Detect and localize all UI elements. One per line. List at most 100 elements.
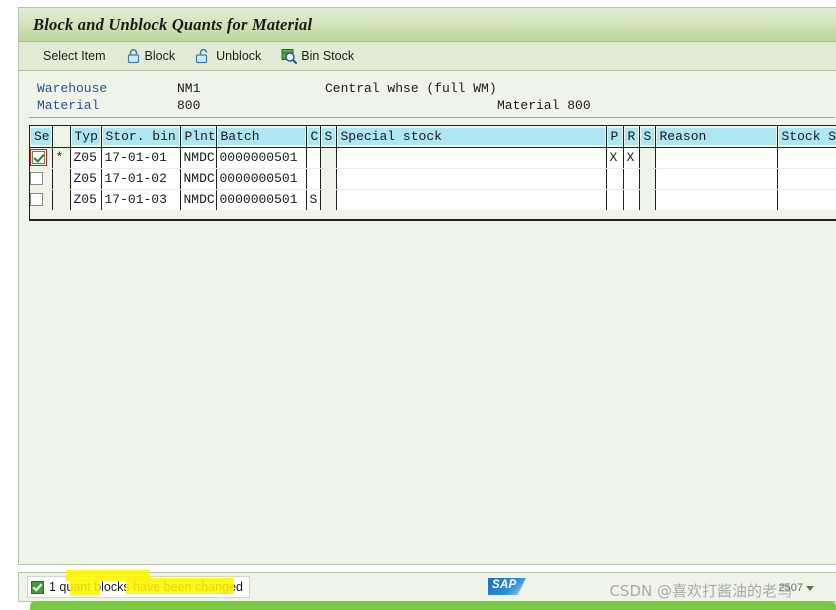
column-header-s[interactable]: S bbox=[320, 126, 337, 148]
cell-c bbox=[306, 147, 321, 169]
cell-s2 bbox=[639, 147, 656, 169]
material-description: Material 800 bbox=[497, 98, 591, 113]
bottom-accent-bar bbox=[30, 601, 836, 610]
cell-special-stock bbox=[336, 147, 607, 169]
material-value: 800 bbox=[177, 98, 201, 113]
row-select-checkbox[interactable] bbox=[32, 151, 45, 165]
checkbox-focus-ring bbox=[30, 149, 47, 167]
cell-typ: Z05 bbox=[70, 168, 102, 190]
application-window: Block and Unblock Quants for Material Se… bbox=[18, 7, 836, 565]
column-header-reason[interactable]: Reason bbox=[655, 126, 778, 148]
column-header-stock-s[interactable]: Stock S bbox=[777, 126, 836, 148]
cell-reason bbox=[655, 147, 778, 169]
column-header-typ[interactable]: Typ bbox=[70, 126, 102, 148]
cell-reason bbox=[655, 168, 778, 190]
block-label: Block bbox=[144, 49, 176, 63]
column-header-r[interactable]: R bbox=[623, 126, 640, 148]
lock-closed-icon bbox=[126, 48, 141, 64]
header-info-block: Warehouse NM1 Central whse (full WM) Mat… bbox=[19, 71, 836, 117]
cell-plnt: NMDC bbox=[180, 147, 217, 169]
cell-p: X bbox=[606, 147, 624, 169]
cell-plnt: NMDC bbox=[180, 189, 217, 210]
table-row[interactable]: Z05 17-01-03 NMDC 0000000501 S bbox=[30, 189, 836, 210]
unblock-label: Unblock bbox=[216, 49, 262, 63]
cell-c bbox=[306, 168, 321, 190]
cell-stor-bin: 17-01-01 bbox=[101, 147, 181, 169]
cell-r bbox=[623, 168, 640, 190]
status-message-text: 1 quant blocks have been changed bbox=[49, 580, 243, 594]
cell-s2 bbox=[639, 168, 656, 190]
row-select-checkbox-cell[interactable] bbox=[30, 147, 53, 169]
table-row[interactable]: * Z05 17-01-01 NMDC 0000000501 X X bbox=[30, 147, 836, 169]
cell-batch: 0000000501 bbox=[216, 189, 307, 210]
warehouse-description: Central whse (full WM) bbox=[325, 81, 497, 96]
column-header-star bbox=[52, 126, 71, 148]
row-select-checkbox[interactable] bbox=[30, 172, 43, 186]
select-item-label: Select Item bbox=[43, 49, 106, 63]
table-header-row: Sel Typ Stor. bin Plnt Batch bbox=[30, 126, 836, 148]
cell-stor-bin: 17-01-02 bbox=[101, 168, 181, 190]
header-separator bbox=[29, 117, 835, 118]
material-row: Material 800 Material 800 bbox=[37, 97, 836, 114]
cell-s2 bbox=[639, 189, 656, 210]
cell-c: S bbox=[306, 189, 321, 210]
cell-reason bbox=[655, 189, 778, 210]
session-number: 2507 bbox=[778, 582, 803, 594]
warehouse-value: NM1 bbox=[177, 81, 201, 96]
cell-special-stock bbox=[336, 168, 607, 190]
column-header-special-stock[interactable]: Special stock bbox=[336, 126, 607, 148]
bin-stock-button[interactable]: Bin Stock bbox=[271, 44, 364, 69]
cell-p bbox=[606, 168, 624, 190]
row-marker bbox=[52, 168, 71, 190]
cell-r: X bbox=[623, 147, 640, 169]
session-indicator[interactable]: 2507 bbox=[779, 582, 814, 594]
column-header-s2[interactable]: S bbox=[639, 126, 656, 148]
column-header-c[interactable]: C bbox=[306, 126, 321, 148]
column-header-batch[interactable]: Batch bbox=[216, 126, 307, 148]
column-header-stor-bin[interactable]: Stor. bin bbox=[101, 126, 181, 148]
window-title-bar: Block and Unblock Quants for Material bbox=[19, 8, 836, 42]
cell-s bbox=[320, 168, 337, 190]
table-bottom-filler bbox=[30, 210, 836, 219]
table-row[interactable]: Z05 17-01-02 NMDC 0000000501 bbox=[30, 168, 836, 190]
cell-stock-s bbox=[777, 147, 836, 169]
cell-special-stock bbox=[336, 189, 607, 210]
bin-stock-label: Bin Stock bbox=[301, 49, 355, 63]
cell-r bbox=[623, 189, 640, 210]
sap-logo-text: SAP bbox=[492, 579, 517, 591]
cell-typ: Z05 bbox=[70, 189, 102, 210]
row-marker bbox=[52, 189, 71, 210]
warehouse-label: Warehouse bbox=[37, 81, 108, 96]
row-select-checkbox[interactable] bbox=[30, 193, 43, 207]
cell-stock-s bbox=[777, 189, 836, 210]
cell-s bbox=[320, 189, 337, 210]
cell-stor-bin: 17-01-03 bbox=[101, 189, 181, 210]
application-toolbar: Select Item Block Unblock Bin Stock bbox=[19, 42, 836, 71]
bin-stock-search-icon bbox=[281, 48, 298, 64]
row-marker: * bbox=[52, 147, 71, 169]
lock-open-icon bbox=[195, 48, 212, 64]
quants-table: Sel Typ Stor. bin Plnt Batch bbox=[29, 125, 836, 221]
material-label: Material bbox=[37, 98, 100, 113]
column-header-p[interactable]: P bbox=[606, 126, 624, 148]
block-button[interactable]: Block bbox=[116, 44, 186, 69]
success-check-icon bbox=[31, 580, 44, 594]
page-title: Block and Unblock Quants for Material bbox=[33, 14, 313, 34]
unblock-button[interactable]: Unblock bbox=[185, 44, 271, 69]
status-bar: 1 quant blocks have been changed bbox=[18, 570, 836, 602]
select-item-button[interactable]: Select Item bbox=[33, 44, 116, 69]
cell-p bbox=[606, 189, 624, 210]
chevron-down-icon[interactable] bbox=[806, 585, 814, 591]
cell-s bbox=[320, 147, 337, 169]
table-bottom-border bbox=[30, 219, 836, 220]
cell-plnt: NMDC bbox=[180, 168, 217, 190]
column-header-sel[interactable]: Sel bbox=[30, 126, 53, 148]
column-header-plnt[interactable]: Plnt bbox=[180, 126, 217, 148]
cell-typ: Z05 bbox=[70, 147, 102, 169]
cell-stock-s bbox=[777, 168, 836, 190]
row-select-checkbox-cell[interactable] bbox=[30, 189, 53, 210]
cell-batch: 0000000501 bbox=[216, 168, 307, 190]
row-select-checkbox-cell[interactable] bbox=[30, 168, 53, 190]
warehouse-row: Warehouse NM1 Central whse (full WM) bbox=[37, 80, 836, 97]
cell-batch: 0000000501 bbox=[216, 147, 307, 169]
